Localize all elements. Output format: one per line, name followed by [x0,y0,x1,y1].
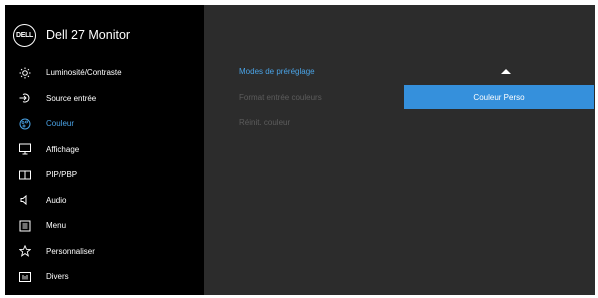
menu-item-others[interactable]: Divers [5,264,204,290]
menu-item-personalize[interactable]: Personnaliser [5,239,204,265]
menu-item-label: Audio [46,195,67,205]
submenu-item-reset-color[interactable]: Réinit. couleur [239,118,290,127]
pip-pbp-icon [19,169,31,181]
menu-item-label: Affichage [46,144,80,154]
color-palette-icon [19,118,31,130]
menu-item-color[interactable]: Couleur [5,111,204,137]
star-icon [19,245,31,258]
menu-item-label: Luminosité/Contraste [46,68,122,78]
preset-mode-value[interactable]: Couleur Perso [404,85,594,109]
menu-item-label: Source entrée [46,93,97,103]
menu-item-label: PIP/PBP [46,170,78,180]
display-icon [19,143,31,155]
menu-list-icon [19,220,31,232]
submenu-item-input-color-format[interactable]: Format entrée couleurs [239,93,322,102]
menu-item-menu[interactable]: Menu [5,213,204,239]
brand-header: DELL Dell 27 Monitor [13,23,130,47]
menu-item-label: Personnaliser [46,246,95,256]
main-menu-panel: DELL Dell 27 Monitor Luminosité/Contrast… [5,5,204,295]
menu-item-display[interactable]: Affichage [5,137,204,163]
menu-item-audio[interactable]: Audio [5,188,204,214]
speaker-icon [19,194,31,206]
submenu-item-preset-modes[interactable]: Modes de préréglage [239,67,315,76]
main-menu: Luminosité/Contraste Source entrée Coule… [5,60,204,290]
scroll-up-arrow-icon[interactable] [501,69,511,74]
menu-item-label: Divers [46,272,69,282]
submenu-panel: Modes de préréglage Format entrée couleu… [204,5,595,295]
menu-item-input-source[interactable]: Source entrée [5,86,204,112]
dell-logo: DELL [13,23,36,47]
monitor-osd: DELL Dell 27 Monitor Luminosité/Contrast… [5,5,595,295]
menu-item-label: Couleur [46,119,75,129]
menu-item-brightness-contrast[interactable]: Luminosité/Contraste [5,60,204,86]
brightness-icon [19,67,31,79]
others-icon [19,271,31,283]
input-source-icon [19,92,31,104]
menu-item-label: Menu [46,221,67,231]
monitor-model-title: Dell 27 Monitor [46,28,131,42]
menu-item-pip-pbp[interactable]: PIP/PBP [5,162,204,188]
